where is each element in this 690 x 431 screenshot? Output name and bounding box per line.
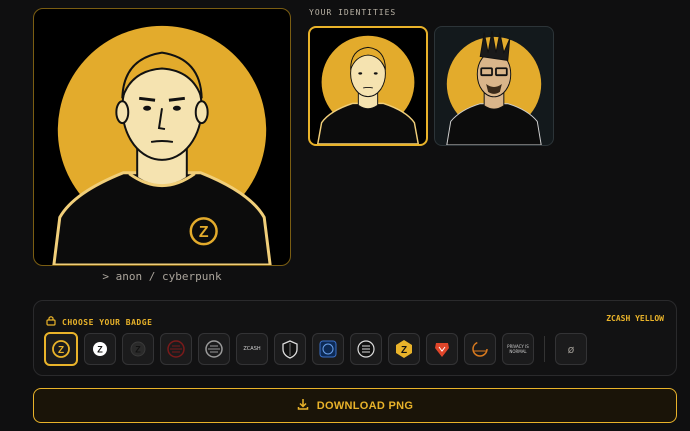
ring-logo-icon <box>167 340 185 358</box>
badge-zc-emblem[interactable] <box>350 333 382 365</box>
main-avatar-preview: Z <box>33 8 291 266</box>
brave-lion-icon <box>435 343 449 357</box>
ring-logo-icon <box>472 341 488 357</box>
svg-text:Z: Z <box>135 345 141 355</box>
badge-shield[interactable] <box>274 333 306 365</box>
badge-zcash-dark[interactable]: Z <box>122 333 154 365</box>
lock-icon <box>46 313 56 331</box>
zcash-coin-icon: Z <box>52 340 70 358</box>
svg-text:Z: Z <box>401 345 407 356</box>
badge-none[interactable]: ø <box>555 333 587 365</box>
badge-brave[interactable] <box>426 333 458 365</box>
badge-zcash-white[interactable]: Z <box>84 333 116 365</box>
seal-icon <box>319 340 337 358</box>
badge-blue-seal[interactable] <box>312 333 344 365</box>
badge-zcash-yellow[interactable]: Z <box>44 332 78 366</box>
emblem-icon <box>357 340 375 358</box>
download-icon <box>297 397 309 415</box>
badge-chooser-panel: CHOOSE YOUR BADGE ZCASH YELLOW Z Z Z ZCA… <box>33 300 677 376</box>
svg-text:Z: Z <box>58 345 64 356</box>
none-icon: ø <box>567 342 575 356</box>
badge-separator <box>544 336 545 362</box>
badge-privacy-text[interactable]: PRIVACY IS NORMAL <box>502 333 534 365</box>
zcash-coin-icon: Z <box>396 340 412 358</box>
identity-card-anon[interactable] <box>308 26 428 146</box>
svg-text:Z: Z <box>97 345 103 355</box>
selected-badge-name: ZCASH YELLOW <box>606 314 664 323</box>
zcash-coin-icon: Z <box>130 341 146 357</box>
badge-zcash-rounded[interactable]: Z <box>388 333 420 365</box>
badge-zcash-wordmark[interactable]: ZCASH <box>236 333 268 365</box>
download-label: DOWNLOAD PNG <box>316 399 414 412</box>
text-logo-icon: PRIVACY IS NORMAL <box>507 344 529 354</box>
shield-icon <box>282 340 298 359</box>
badge-grey-ring[interactable] <box>198 333 230 365</box>
svg-text:Z: Z <box>199 224 209 241</box>
identities-heading: YOUR IDENTITIES <box>309 8 397 17</box>
identity-card-cyberpunk[interactable] <box>434 26 554 146</box>
badge-list: Z Z Z ZCASH Z PRIVACY IS NORMAL ø <box>44 332 587 366</box>
identity-caption: > anon / cyberpunk <box>102 270 222 283</box>
badge-chooser-title: CHOOSE YOUR BADGE <box>62 317 153 327</box>
ring-logo-icon <box>205 340 223 358</box>
download-png-button[interactable]: DOWNLOAD PNG <box>33 388 677 423</box>
zcash-coin-icon: Z <box>93 342 107 356</box>
badge-red-ring[interactable] <box>160 333 192 365</box>
wordmark-icon: ZCASH <box>243 346 261 352</box>
badge-orange-ring[interactable] <box>464 333 496 365</box>
